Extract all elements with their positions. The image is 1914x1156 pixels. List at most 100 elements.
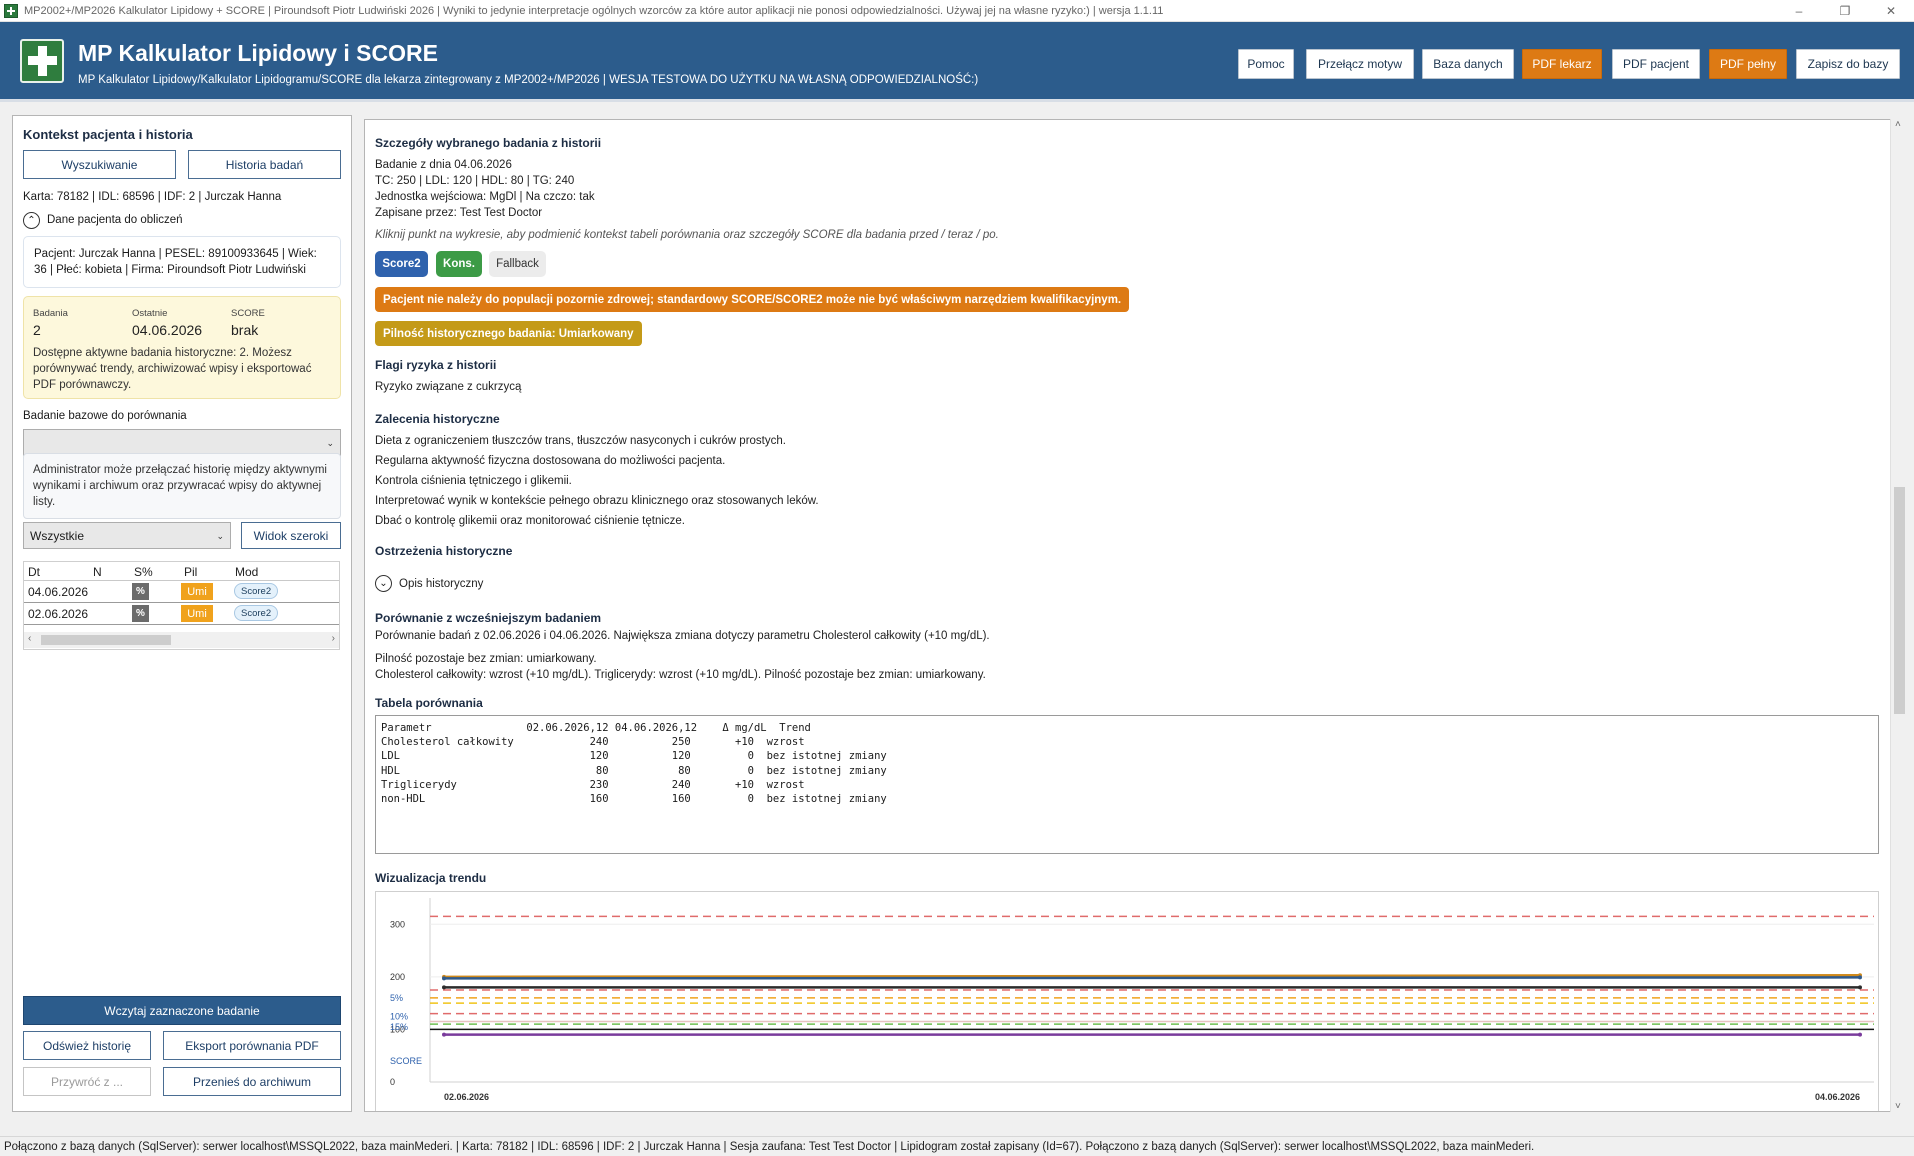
details-vertical-scrollbar[interactable]: ˄ ˅ — [1890, 119, 1908, 1112]
status-bar: Połączono z bazą danych (SqlServer): ser… — [0, 1136, 1914, 1156]
chevron-up-icon[interactable]: ˄ — [1895, 119, 1901, 130]
details-title: Szczegóły wybranego badania z historii — [375, 136, 602, 150]
pdf-patient-button[interactable]: PDF pacjent — [1612, 49, 1700, 79]
x-tick-label: 02.06.2026 — [444, 1092, 489, 1102]
x-tick-label: 04.06.2026 — [1815, 1092, 1860, 1102]
table-row[interactable]: 04.06.2026 % Umi Score2 — [24, 581, 339, 603]
recommendation-item: Interpretować wynik w kontekście pełnego… — [375, 495, 819, 507]
row-date: 02.06.2026 — [28, 607, 89, 621]
data-point — [1858, 1032, 1862, 1037]
baseline-select[interactable]: ⌄ — [23, 429, 341, 456]
comparison-note-1: Pilność pozostaje bez zmian: umiarkowany… — [375, 653, 597, 665]
export-comparison-pdf-button[interactable]: Eksport porównania PDF — [163, 1031, 341, 1060]
exams-label: Badania — [33, 308, 68, 319]
warnings-title: Ostrzeżenia historyczne — [375, 544, 513, 558]
latest-label: Ostatnie — [132, 308, 168, 319]
comparison-note-2: Cholesterol całkowity: wzrost (+10 mg/dL… — [375, 669, 986, 681]
exam-details-panel: Szczegóły wybranego badania z historii B… — [364, 119, 1892, 1112]
chevron-right-icon[interactable]: › — [332, 633, 335, 644]
exams-count: 2 — [33, 322, 41, 338]
comparison-table[interactable]: Parametr 02.06.2026,12 04.06.2026,12 Δ m… — [375, 715, 1879, 854]
col-s-percent[interactable]: S% — [134, 565, 153, 579]
history-button[interactable]: Historia badań — [188, 150, 341, 179]
help-button[interactable]: Pomoc — [1238, 49, 1294, 79]
grid-header: Dt N S% Pil Mod — [24, 562, 339, 581]
chevron-down-icon: ⌄ — [326, 438, 334, 448]
score-tick-label: 15% — [390, 1022, 408, 1032]
pdf-full-button[interactable]: PDF pełny — [1709, 49, 1787, 79]
filter-select[interactable]: Wszystkie ⌄ — [23, 522, 231, 549]
data-point — [1858, 975, 1862, 980]
search-button[interactable]: Wyszukiwanie — [23, 150, 176, 179]
y-tick-label: 0 — [390, 1077, 395, 1087]
trend-chart[interactable]: 300 200 100 0 5% 10% 15% SCORE 02.06.2026 04.06.2… — [375, 891, 1880, 1112]
app-header: MP Kalkulator Lipidowy i SCORE MP Kalkul… — [0, 22, 1914, 102]
app-title: MP Kalkulator Lipidowy i SCORE — [78, 40, 438, 66]
exam-values-line: TC: 250 | LDL: 120 | HDL: 80 | TG: 240 — [375, 175, 575, 187]
exam-saved-by-line: Zapisane przez: Test Test Doctor — [375, 207, 543, 219]
save-to-db-button[interactable]: Zapisz do bazy — [1796, 49, 1900, 79]
urgency-badge: Umi — [181, 583, 213, 600]
col-model[interactable]: Mod — [235, 565, 258, 579]
chevron-down-icon[interactable]: ˅ — [1895, 1101, 1901, 1112]
chevron-down-icon[interactable]: ⌄ — [375, 575, 392, 592]
y-tick-label: 300 — [390, 919, 405, 929]
data-point — [442, 985, 446, 990]
wide-view-button[interactable]: Widok szeroki — [241, 522, 341, 549]
data-point — [442, 1032, 446, 1037]
close-button[interactable]: ✕ — [1868, 0, 1914, 22]
history-description-toggle[interactable]: Opis historyczny — [399, 578, 483, 590]
patient-context-panel: Kontekst pacjenta i historia Wyszukiwani… — [12, 115, 352, 1112]
model-pill: Score2 — [234, 583, 279, 599]
urgency-banner: Pilność historycznego badania: Umiarkowa… — [375, 321, 642, 346]
trend-chart-svg[interactable]: 30020010005%10%15%SCORE02.06.2026 04.06.2… — [376, 892, 1880, 1112]
series-line — [443, 976, 1861, 980]
urgency-badge: Umi — [181, 605, 213, 622]
restore-from-archive-button[interactable]: Przywróć z ... — [23, 1067, 151, 1096]
scrollbar-thumb[interactable] — [41, 635, 171, 645]
grid-horizontal-scrollbar[interactable]: ‹ › — [24, 632, 339, 648]
app-icon — [4, 3, 18, 18]
recommendation-item: Regularna aktywność fizyczna dostosowana… — [375, 455, 726, 467]
chevron-up-icon[interactable]: ⌃ — [23, 212, 40, 229]
comparison-table-text: Parametr 02.06.2026,12 04.06.2026,12 Δ m… — [381, 722, 887, 806]
minimize-button[interactable]: – — [1776, 0, 1822, 22]
recommendation-item: Dbać o kontrolę glikemii oraz monitorowa… — [375, 515, 686, 527]
score-label: SCORE — [231, 308, 265, 319]
comparison-title: Porównanie z wcześniejszym badaniem — [375, 611, 602, 625]
history-grid: Dt N S% Pil Mod 04.06.2026 % Umi Score2 … — [23, 561, 340, 650]
database-button[interactable]: Baza danych — [1422, 49, 1514, 79]
latest-date: 04.06.2026 — [132, 322, 203, 338]
risk-flag-item: Ryzyko związane z cukrzycą — [375, 381, 522, 393]
patient-data-toggle[interactable]: Dane pacjenta do obliczeń — [47, 214, 183, 226]
pdf-doctor-button[interactable]: PDF lekarz — [1522, 49, 1602, 79]
score-tick-label: 10% — [390, 1011, 408, 1021]
recommendation-item: Dieta z ograniczeniem tłuszczów trans, t… — [375, 435, 786, 447]
col-urgency[interactable]: Pil — [184, 565, 197, 579]
move-to-archive-button[interactable]: Przenieś do archiwum — [163, 1067, 341, 1096]
refresh-history-button[interactable]: Odśwież historię — [23, 1031, 151, 1060]
medical-cross-logo-icon — [20, 39, 64, 83]
app-subtitle: MP Kalkulator Lipidowy/Kalkulator Lipido… — [78, 74, 979, 86]
chevron-left-icon[interactable]: ‹ — [28, 633, 31, 644]
comparison-summary: Porównanie badań z 02.06.2026 i 04.06.20… — [375, 630, 990, 642]
toggle-theme-button[interactable]: Przełącz motyw — [1306, 49, 1414, 79]
load-selected-exam-button[interactable]: Wczytaj zaznaczone badanie — [23, 996, 341, 1025]
col-n[interactable]: N — [93, 565, 102, 579]
filter-select-value: Wszystkie — [30, 528, 84, 543]
patient-line-2: 36 | Płeć: kobieta | Firma: Piroundsoft … — [34, 264, 306, 276]
table-row[interactable]: 02.06.2026 % Umi Score2 — [24, 603, 339, 625]
maximize-button[interactable]: ❐ — [1822, 0, 1868, 22]
y-tick-label: 200 — [390, 972, 405, 982]
admin-note: Administrator może przełączać historię m… — [23, 453, 341, 519]
scrollbar-thumb[interactable] — [1894, 487, 1905, 714]
window-title: MP2002+/MP2026 Kalkulator Lipidowy + SCO… — [24, 4, 1164, 17]
fallback-chip: Fallback — [489, 251, 546, 277]
col-date[interactable]: Dt — [28, 565, 40, 579]
model-pill: Score2 — [234, 605, 279, 621]
risk-flags-title: Flagi ryzyka z historii — [375, 358, 497, 372]
trend-chart-title: Wizualizacja trendu — [375, 871, 487, 885]
window-titlebar: MP2002+/MP2026 Kalkulator Lipidowy + SCO… — [0, 0, 1914, 22]
score-value: brak — [231, 322, 259, 338]
exam-unit-line: Jednostka wejściowa: MgDl | Na czczo: ta… — [375, 191, 595, 203]
